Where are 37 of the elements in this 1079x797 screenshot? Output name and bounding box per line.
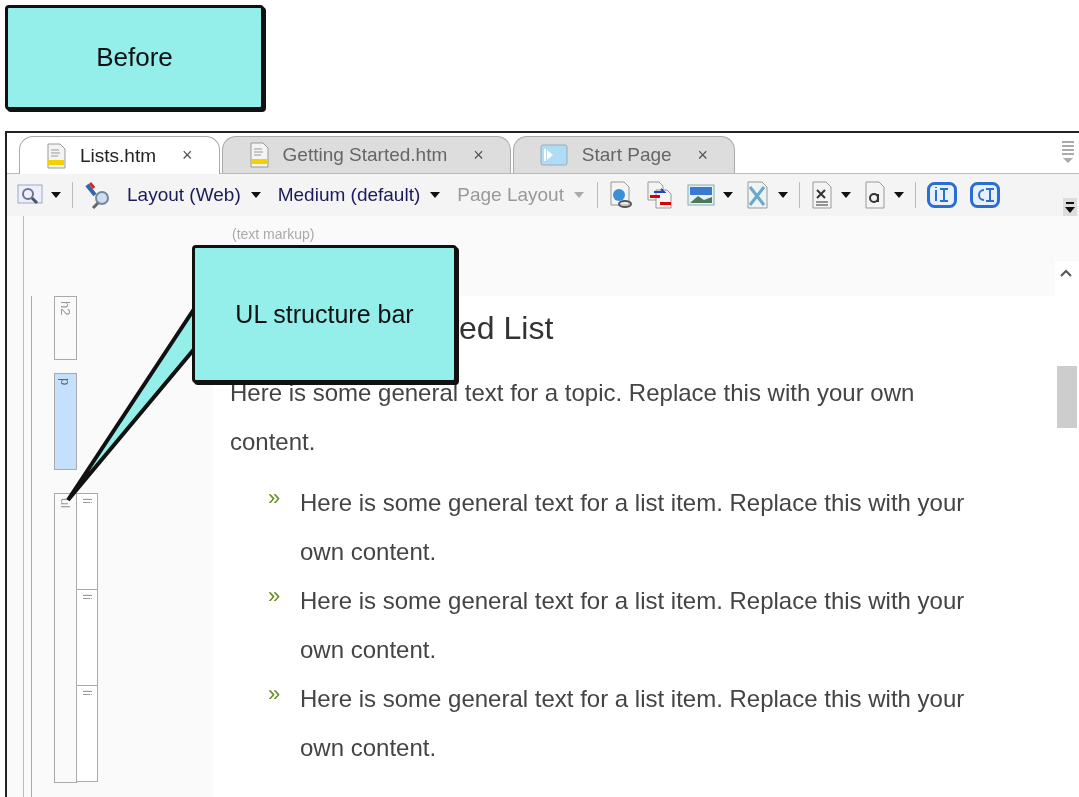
heading: ed List: [459, 309, 555, 348]
structure-bar-block[interactable]: li: [76, 685, 98, 782]
caret-icon[interactable]: [840, 192, 851, 198]
variable-document-icon[interactable]: [810, 181, 833, 209]
document-tab[interactable]: Start Page ×: [512, 136, 736, 173]
structure-bar-block[interactable]: li: [76, 589, 98, 686]
document-icon: [46, 142, 66, 169]
structure-bar-block[interactable]: ul: [54, 493, 77, 783]
document-tab[interactable]: Getting Started.htm ×: [221, 136, 511, 173]
toolbar-button[interactable]: [684, 182, 735, 208]
magnifier-icon[interactable]: [17, 183, 43, 207]
markup-hint: (text markup): [231, 226, 316, 244]
caret-icon[interactable]: [893, 192, 904, 198]
callout-label: UL structure bar: [192, 245, 457, 383]
view-dropdown[interactable]: Medium (default): [273, 184, 445, 206]
caret-icon[interactable]: [51, 192, 61, 198]
letter-document-icon[interactable]: [863, 181, 886, 209]
bullet-glyph: »: [268, 484, 282, 512]
structure-bar-block[interactable]: li: [76, 493, 98, 590]
list-item-text: Here is some general text for a list item. Replace this with your own content.: [300, 684, 966, 763]
bullet-glyph: »: [268, 582, 282, 610]
list-item-text: Here is some general text for a list item. Replace this with your own content.: [300, 586, 966, 665]
view-dropdown[interactable]: Layout (Web): [123, 184, 265, 206]
bullet-glyph: »: [268, 680, 282, 708]
document-icon: [248, 142, 269, 168]
scrollbar-thumb[interactable]: [1057, 366, 1077, 428]
caret-icon[interactable]: [777, 192, 788, 198]
structure-bar-block[interactable]: p: [54, 373, 77, 470]
structure-bar-block[interactable]: h2: [54, 296, 77, 360]
scrollbar[interactable]: [1055, 261, 1079, 797]
document-tab[interactable]: Lists.htm ×: [19, 136, 220, 174]
image-icon[interactable]: [686, 184, 715, 206]
list-item-text: Here is some general text for a list item. Replace this with your own content.: [300, 488, 966, 567]
page-icon: [539, 144, 568, 166]
caret-icon[interactable]: [722, 192, 733, 198]
callout-label: Before: [5, 5, 264, 110]
overflow-icon[interactable]: [1063, 198, 1077, 216]
